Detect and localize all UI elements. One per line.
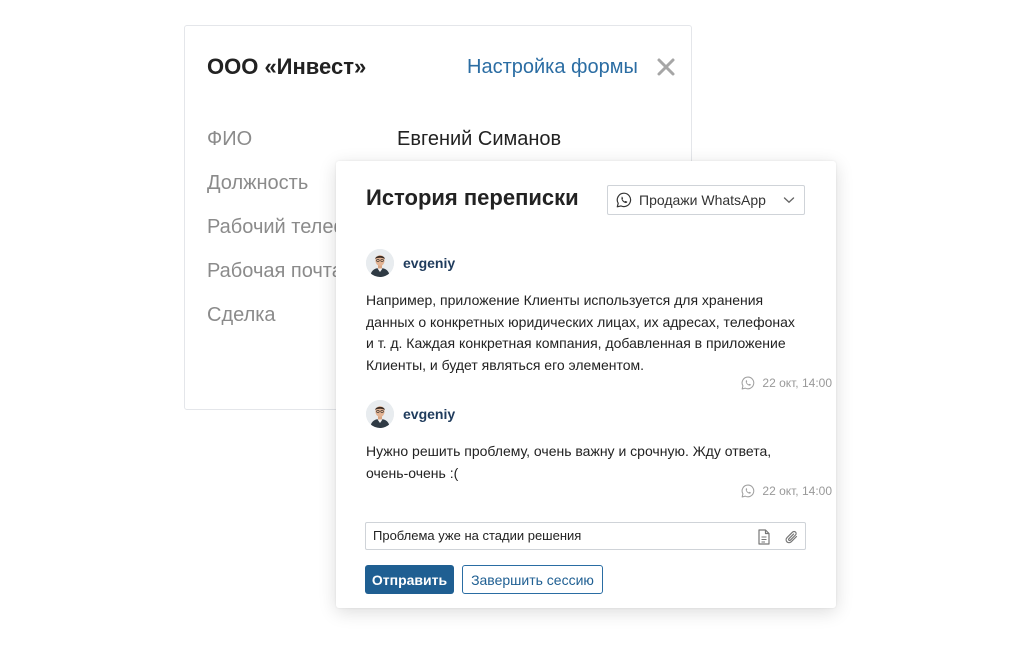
message-author: evgeniy [403, 255, 456, 271]
message-meta: 22 окт, 14:00 [741, 376, 832, 390]
channel-select[interactable]: Продажи WhatsApp [607, 185, 805, 215]
field-label-fio: ФИО [207, 128, 253, 150]
field-label-deal: Сделка [207, 304, 276, 326]
close-icon[interactable] [655, 56, 677, 78]
field-label-work-email: Рабочая почта [207, 260, 343, 282]
message-time: 22 окт, 14:00 [762, 376, 832, 390]
company-title: ООО «Инвест» [207, 54, 367, 79]
chat-history-title: История переписки [366, 185, 579, 210]
whatsapp-icon [616, 192, 632, 208]
message-author: evgeniy [403, 406, 456, 422]
whatsapp-icon [741, 376, 755, 390]
avatar [366, 249, 394, 277]
field-label-position: Должность [207, 172, 309, 194]
reply-field [365, 522, 806, 550]
message-text: Нужно решить проблему, очень важну и сро… [366, 443, 772, 481]
chat-history-card: История переписки Продажи WhatsApp evgen… [336, 161, 836, 608]
message-time: 22 окт, 14:00 [762, 484, 832, 498]
avatar [366, 400, 394, 428]
message-text: Например, приложение Клиенты используетс… [366, 292, 795, 373]
whatsapp-icon [741, 484, 755, 498]
end-session-button[interactable]: Завершить сессию [462, 565, 603, 594]
channel-select-label: Продажи WhatsApp [639, 192, 766, 208]
reply-input[interactable] [373, 528, 743, 543]
chat-message: evgeniy Нужно решить проблему, очень важ… [366, 399, 806, 484]
chevron-down-icon [783, 197, 795, 204]
send-button[interactable]: Отправить [365, 565, 454, 594]
form-settings-link[interactable]: Настройка формы [467, 56, 638, 79]
chat-message: evgeniy Например, приложение Клиенты исп… [366, 248, 806, 376]
attachment-icon[interactable] [785, 529, 799, 545]
document-icon[interactable] [757, 529, 771, 545]
message-meta: 22 окт, 14:00 [741, 484, 832, 498]
field-value-fio: Евгений Симанов [397, 128, 562, 150]
